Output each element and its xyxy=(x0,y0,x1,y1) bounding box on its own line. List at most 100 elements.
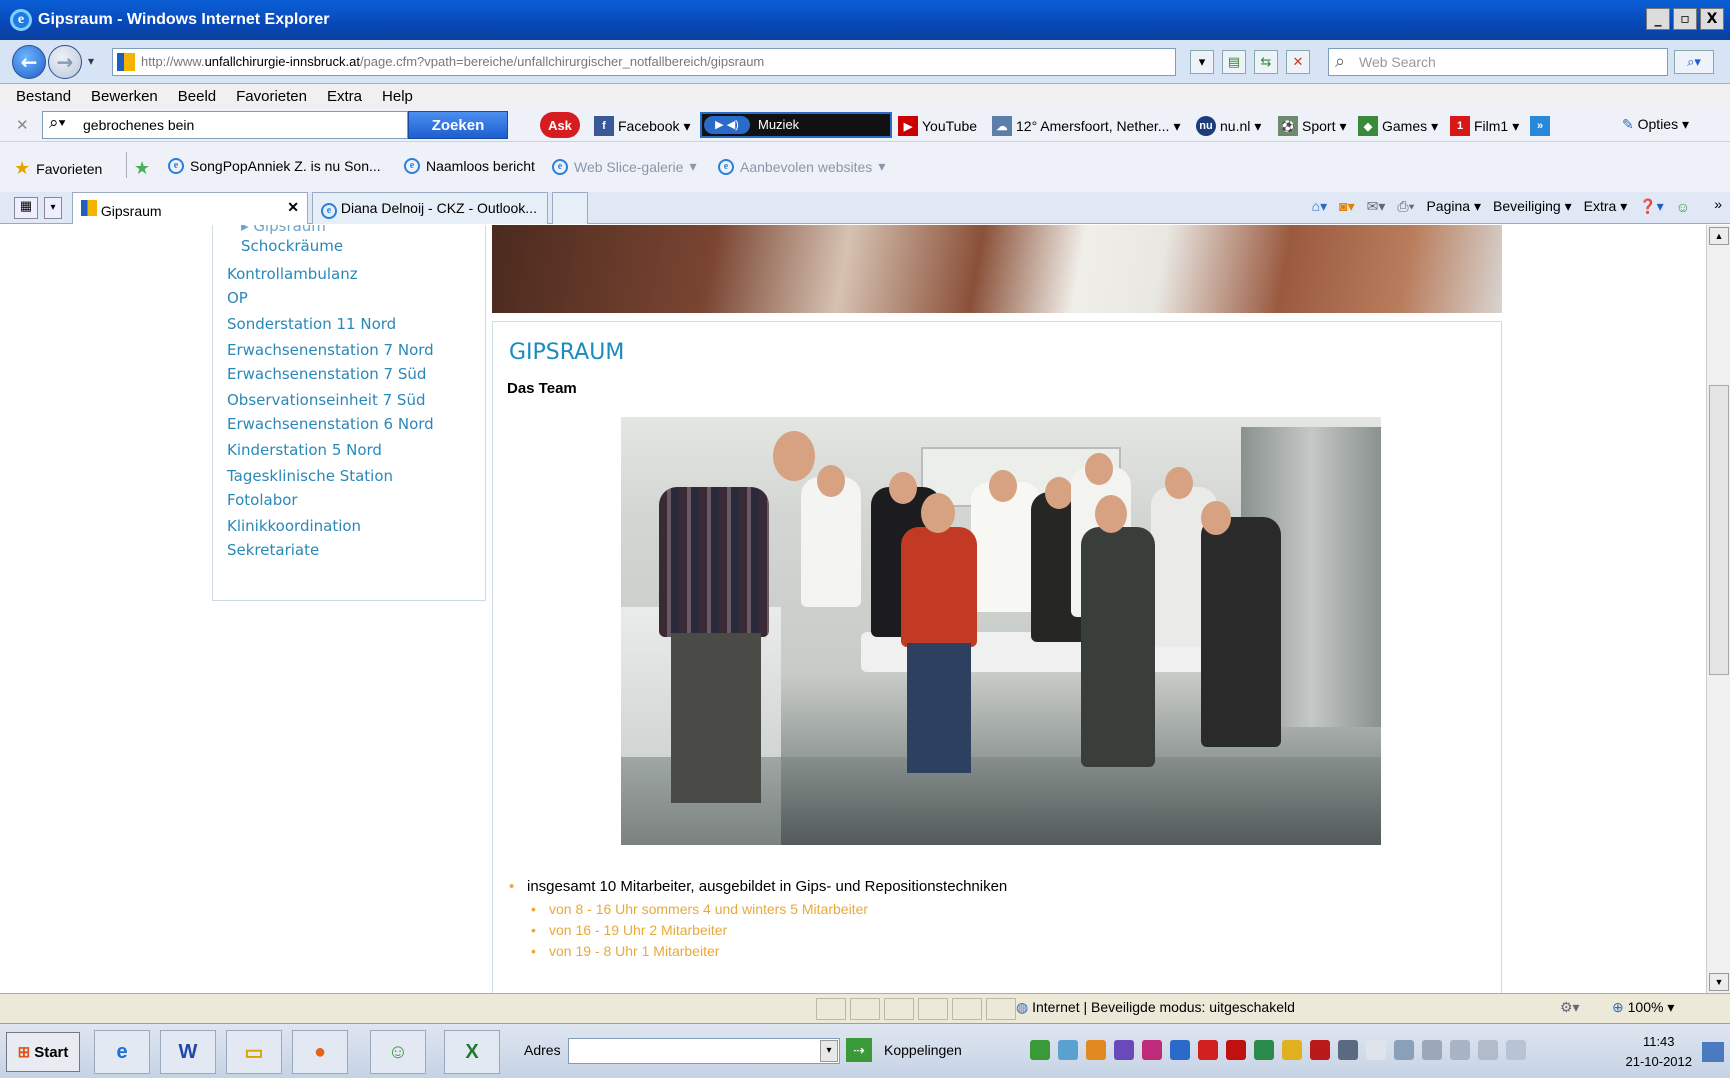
zoom-control[interactable]: ⊕ 100% ▾ xyxy=(1612,999,1674,1016)
scroll-up-icon[interactable]: ▲ xyxy=(1709,227,1729,245)
ie-taskbar-icon[interactable]: e xyxy=(94,1030,150,1074)
explorer-taskbar-icon[interactable]: ▭ xyxy=(226,1030,282,1074)
new-tab-button[interactable] xyxy=(552,192,588,224)
toolbar-search-input[interactable]: ⌕▾ gebrochenes bein xyxy=(42,111,408,139)
address-dropdown-icon[interactable]: ▾ xyxy=(820,1040,838,1062)
stop-icon[interactable]: ✕ xyxy=(1286,50,1310,74)
history-dropdown-icon[interactable]: ▾ xyxy=(88,54,94,68)
close-button[interactable]: X xyxy=(1700,8,1724,30)
play-icon[interactable]: ▶ ◀) xyxy=(704,116,750,134)
help-icon[interactable]: ❓▾ xyxy=(1639,198,1663,215)
tray-signal-icon[interactable] xyxy=(1478,1040,1498,1060)
menu-beeld[interactable]: Beeld xyxy=(178,88,216,105)
address-bar[interactable]: http://www.unfallchirurgie-innsbruck.at/… xyxy=(112,48,1176,76)
sidebar-item-klinikkoordination[interactable]: Klinikkoordination xyxy=(227,517,361,535)
messenger-icon[interactable]: ☺ xyxy=(1676,199,1690,215)
youtube-button[interactable]: ▶ YouTube xyxy=(898,116,977,136)
excel-taskbar-icon[interactable]: X xyxy=(444,1030,500,1074)
tray-check-icon[interactable] xyxy=(1030,1040,1050,1060)
messenger-taskbar-icon[interactable]: ☺ xyxy=(370,1030,426,1074)
sidebar-item-sekretariate[interactable]: Sekretariate xyxy=(227,541,319,559)
close-tab-icon[interactable]: ✕ xyxy=(287,199,299,216)
tray-volume-icon[interactable] xyxy=(1506,1040,1526,1060)
sidebar-item-kontrollambulanz[interactable]: Kontrollambulanz xyxy=(227,265,358,283)
tray-app-icon[interactable] xyxy=(1198,1040,1218,1060)
sidebar-item-observation[interactable]: Observationseinheit 7 Süd xyxy=(227,391,425,409)
sidebar-item-gipsraum[interactable]: ▸ Gipsraum xyxy=(241,225,326,235)
tray-power-icon[interactable] xyxy=(1450,1040,1470,1060)
tray-onenote-icon[interactable] xyxy=(1114,1040,1134,1060)
facebook-button[interactable]: f Facebook ▾ xyxy=(594,116,691,136)
sidebar-item-6-nord[interactable]: Erwachsenenstation 6 Nord xyxy=(227,415,434,433)
sport-button[interactable]: ⚽ Sport ▾ xyxy=(1278,116,1347,136)
quick-tabs-icon[interactable]: ▦ xyxy=(14,197,38,219)
protected-mode-icon[interactable]: ⚙▾ xyxy=(1560,999,1580,1016)
print-icon[interactable]: ⎙▾ xyxy=(1397,198,1414,215)
menu-bewerken[interactable]: Bewerken xyxy=(91,88,158,105)
add-favorite-button[interactable]: ★ xyxy=(134,158,150,179)
taskbar-address-input[interactable] xyxy=(568,1038,840,1064)
tray-app-icon[interactable] xyxy=(1366,1040,1386,1060)
tray-app-icon[interactable] xyxy=(1170,1040,1190,1060)
sidebar-item-tagesklinik[interactable]: Tagesklinische Station xyxy=(227,467,393,485)
chevron-right-icon[interactable]: » xyxy=(1714,196,1722,212)
sidebar-item-op[interactable]: OP xyxy=(227,289,248,307)
tray-app-icon[interactable] xyxy=(1226,1040,1246,1060)
tray-app-icon[interactable] xyxy=(1338,1040,1358,1060)
links-label[interactable]: Koppelingen xyxy=(884,1042,962,1058)
sidebar-item-schockraeume[interactable]: Schockräume xyxy=(241,237,343,255)
cmd-extra[interactable]: Extra ▾ xyxy=(1584,198,1628,215)
zoeken-button[interactable]: Zoeken xyxy=(408,111,508,139)
menu-help[interactable]: Help xyxy=(382,88,413,105)
favorites-button[interactable]: ★ Favorieten xyxy=(14,158,102,179)
sidebar-item-sonderstation[interactable]: Sonderstation 11 Nord xyxy=(227,315,396,333)
more-toolbar-button[interactable]: » xyxy=(1530,116,1550,136)
sidebar-item-7-sued[interactable]: Erwachsenenstation 7 Süd xyxy=(227,365,426,383)
tab-gipsraum[interactable]: Gipsraum ✕ xyxy=(72,192,308,224)
scrollbar-thumb[interactable] xyxy=(1709,385,1729,675)
feeds-icon[interactable]: ◙▾ xyxy=(1339,198,1354,215)
sidebar-item-kinderstation[interactable]: Kinderstation 5 Nord xyxy=(227,441,382,459)
menu-bestand[interactable]: Bestand xyxy=(16,88,71,105)
music-player[interactable]: ▶ ◀) Muziek xyxy=(700,112,892,138)
sidebar-item-fotolabor[interactable]: Fotolabor xyxy=(227,491,298,509)
security-zone[interactable]: ◍ Internet | Beveiligde modus: uitgescha… xyxy=(1016,999,1295,1016)
favorite-item[interactable]: e Aanbevolen websites ▾ xyxy=(718,158,885,175)
tray-network-icon[interactable] xyxy=(1394,1040,1414,1060)
search-go-icon[interactable]: ⌕▾ xyxy=(1674,50,1714,74)
options-button[interactable]: ✎ Opties ▾ xyxy=(1622,116,1689,133)
vertical-scrollbar[interactable]: ▲ ▼ xyxy=(1706,225,1730,993)
ask-logo-icon[interactable]: Ask xyxy=(540,112,580,138)
go-icon[interactable]: ⇢ xyxy=(846,1038,872,1062)
refresh-icon[interactable]: ⇆ xyxy=(1254,50,1278,74)
forward-button[interactable]: → xyxy=(48,45,82,79)
start-button[interactable]: ⊞ Start xyxy=(6,1032,80,1072)
weather-button[interactable]: ☁ 12° Amersfoort, Nether... ▾ xyxy=(992,116,1180,136)
games-button[interactable]: ◆ Games ▾ xyxy=(1358,116,1438,136)
menu-extra[interactable]: Extra xyxy=(327,88,362,105)
firefox-taskbar-icon[interactable]: ● xyxy=(292,1030,348,1074)
cmd-beveiliging[interactable]: Beveiliging ▾ xyxy=(1493,198,1572,215)
tray-app-icon[interactable] xyxy=(1282,1040,1302,1060)
address-dropdown-icon[interactable]: ▾ xyxy=(1190,50,1214,74)
tab-outlook[interactable]: e Diana Delnoij - CKZ - Outlook... xyxy=(312,192,548,224)
web-search-input[interactable]: ⌕ Web Search xyxy=(1328,48,1668,76)
tray-search-icon[interactable] xyxy=(1058,1040,1078,1060)
minimize-button[interactable]: _ xyxy=(1646,8,1670,30)
show-desktop-icon[interactable] xyxy=(1702,1042,1724,1062)
favorite-item[interactable]: e Web Slice-galerie ▾ xyxy=(552,158,697,175)
sidebar-item-7-nord[interactable]: Erwachsenenstation 7 Nord xyxy=(227,341,434,359)
tray-flag-icon[interactable] xyxy=(1422,1040,1442,1060)
nu-button[interactable]: nu nu.nl ▾ xyxy=(1196,116,1261,136)
tray-app-icon[interactable] xyxy=(1310,1040,1330,1060)
tray-app-icon[interactable] xyxy=(1142,1040,1162,1060)
compatibility-icon[interactable]: ▤ xyxy=(1222,50,1246,74)
tray-app-icon[interactable] xyxy=(1086,1040,1106,1060)
cmd-pagina[interactable]: Pagina ▾ xyxy=(1426,198,1481,215)
tray-app-icon[interactable] xyxy=(1254,1040,1274,1060)
clock[interactable]: 11:43 21-10-2012 xyxy=(1626,1032,1693,1072)
mail-icon[interactable]: ✉▾ xyxy=(1367,198,1386,215)
favorite-item[interactable]: e SongPopAnniek Z. is nu Son... xyxy=(168,158,381,174)
home-icon[interactable]: ⌂▾ xyxy=(1312,198,1327,215)
scroll-down-icon[interactable]: ▼ xyxy=(1709,973,1729,991)
